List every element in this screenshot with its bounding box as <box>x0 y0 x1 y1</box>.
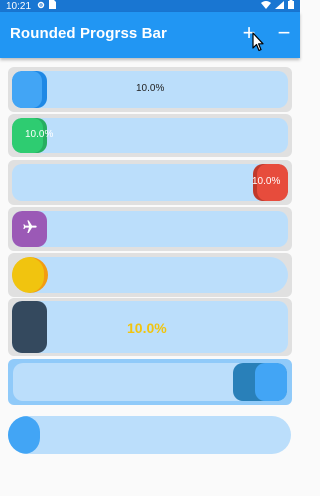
progress-track <box>12 257 288 293</box>
progress-track <box>12 211 288 247</box>
progress-label: 10.0% <box>127 320 167 336</box>
progress-bar-7 <box>8 359 292 405</box>
progress-label: 10.0% <box>25 129 54 140</box>
progress-track <box>8 416 291 454</box>
progress-fill <box>255 363 287 401</box>
progress-bar-1: 10.0% <box>8 67 292 112</box>
progress-fill <box>8 416 40 454</box>
progress-fill <box>12 71 42 108</box>
progress-label: 10.0% <box>252 176 281 187</box>
airplane-icon <box>22 219 38 240</box>
progress-bar-3: 10.0% <box>8 160 292 205</box>
progress-track: 10.0% <box>12 118 288 153</box>
mouse-cursor-icon <box>252 32 264 52</box>
progress-fill <box>12 257 44 293</box>
signal-icon <box>275 0 284 12</box>
progress-bar-8 <box>0 416 300 454</box>
progress-fill <box>12 301 47 353</box>
wifi-icon <box>261 0 271 12</box>
progress-bar-2: 10.0% <box>8 114 292 157</box>
progress-bar-5 <box>8 253 292 297</box>
status-time: 10:21 <box>6 0 32 12</box>
remove-button[interactable]: − <box>272 21 296 45</box>
progress-bar-4 <box>8 207 292 251</box>
progress-track: 10.0% <box>12 71 288 108</box>
page-title: Rounded Progrss Bar <box>10 25 167 42</box>
gear-icon <box>37 1 45 12</box>
progress-bar-6: 10.0% <box>8 298 292 356</box>
battery-icon <box>288 0 294 12</box>
progress-fill <box>12 211 47 247</box>
progress-label: 10.0% <box>136 83 165 94</box>
status-bar: 10:21 <box>0 0 300 12</box>
progress-track <box>13 363 287 401</box>
progress-track: 10.0% <box>12 301 288 353</box>
minus-icon: − <box>277 20 291 45</box>
sim-card-icon <box>49 0 57 12</box>
progress-track: 10.0% <box>12 164 288 201</box>
